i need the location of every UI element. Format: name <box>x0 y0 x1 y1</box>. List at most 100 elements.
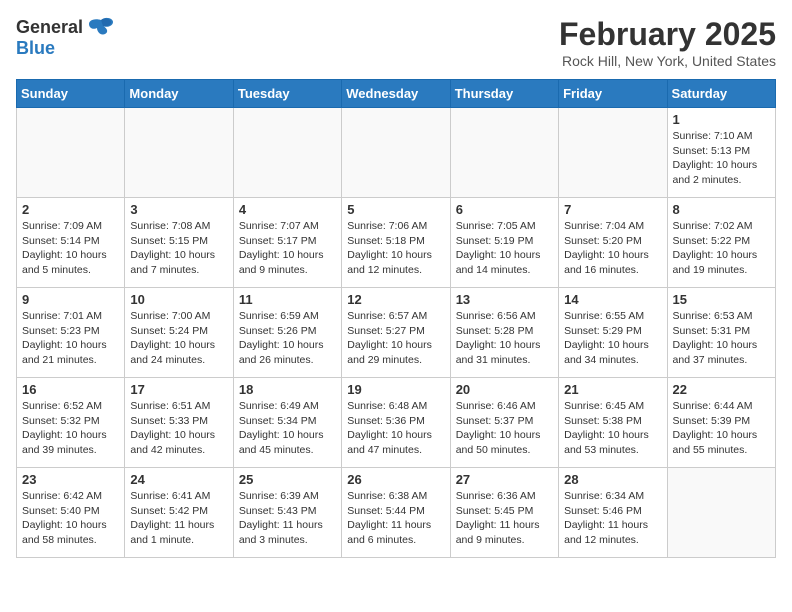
day-info: Sunrise: 6:46 AM Sunset: 5:37 PM Dayligh… <box>456 399 553 458</box>
day-number: 16 <box>22 382 119 397</box>
title-area: February 2025 Rock Hill, New York, Unite… <box>559 16 776 69</box>
day-number: 18 <box>239 382 336 397</box>
day-info: Sunrise: 6:44 AM Sunset: 5:39 PM Dayligh… <box>673 399 770 458</box>
table-row <box>125 108 233 198</box>
day-info: Sunrise: 6:42 AM Sunset: 5:40 PM Dayligh… <box>22 489 119 548</box>
col-friday: Friday <box>559 80 667 108</box>
day-number: 20 <box>456 382 553 397</box>
day-number: 6 <box>456 202 553 217</box>
day-info: Sunrise: 6:49 AM Sunset: 5:34 PM Dayligh… <box>239 399 336 458</box>
calendar-week-row: 9 Sunrise: 7:01 AM Sunset: 5:23 PM Daylig… <box>17 288 776 378</box>
day-info: Sunrise: 6:34 AM Sunset: 5:46 PM Dayligh… <box>564 489 661 548</box>
table-row <box>559 108 667 198</box>
day-number: 8 <box>673 202 770 217</box>
day-number: 21 <box>564 382 661 397</box>
calendar-week-row: 2 Sunrise: 7:09 AM Sunset: 5:14 PM Daylig… <box>17 198 776 288</box>
col-monday: Monday <box>125 80 233 108</box>
table-row: 27 Sunrise: 6:36 AM Sunset: 5:45 PM Dayli… <box>450 468 558 558</box>
day-number: 14 <box>564 292 661 307</box>
table-row: 14 Sunrise: 6:55 AM Sunset: 5:29 PM Dayli… <box>559 288 667 378</box>
table-row: 12 Sunrise: 6:57 AM Sunset: 5:27 PM Dayli… <box>342 288 450 378</box>
day-info: Sunrise: 7:10 AM Sunset: 5:13 PM Dayligh… <box>673 129 770 188</box>
day-info: Sunrise: 6:57 AM Sunset: 5:27 PM Dayligh… <box>347 309 444 368</box>
table-row <box>17 108 125 198</box>
logo-blue: Blue <box>16 38 55 59</box>
day-info: Sunrise: 7:09 AM Sunset: 5:14 PM Dayligh… <box>22 219 119 278</box>
day-number: 11 <box>239 292 336 307</box>
table-row: 9 Sunrise: 7:01 AM Sunset: 5:23 PM Daylig… <box>17 288 125 378</box>
page-header: General Blue February 2025 Rock Hill, Ne… <box>16 16 776 69</box>
calendar-title: February 2025 <box>559 16 776 53</box>
table-row: 17 Sunrise: 6:51 AM Sunset: 5:33 PM Dayli… <box>125 378 233 468</box>
day-number: 17 <box>130 382 227 397</box>
calendar-table: Sunday Monday Tuesday Wednesday Thursday… <box>16 79 776 558</box>
day-number: 13 <box>456 292 553 307</box>
day-number: 1 <box>673 112 770 127</box>
table-row: 16 Sunrise: 6:52 AM Sunset: 5:32 PM Dayli… <box>17 378 125 468</box>
calendar-week-row: 1 Sunrise: 7:10 AM Sunset: 5:13 PM Daylig… <box>17 108 776 198</box>
table-row: 2 Sunrise: 7:09 AM Sunset: 5:14 PM Daylig… <box>17 198 125 288</box>
table-row: 24 Sunrise: 6:41 AM Sunset: 5:42 PM Dayli… <box>125 468 233 558</box>
calendar-header-row: Sunday Monday Tuesday Wednesday Thursday… <box>17 80 776 108</box>
day-number: 12 <box>347 292 444 307</box>
day-info: Sunrise: 6:53 AM Sunset: 5:31 PM Dayligh… <box>673 309 770 368</box>
logo-general: General <box>16 17 83 38</box>
table-row <box>233 108 341 198</box>
day-info: Sunrise: 6:39 AM Sunset: 5:43 PM Dayligh… <box>239 489 336 548</box>
table-row: 3Sunrise: 7:08 AM Sunset: 5:15 PM Daylig… <box>125 198 233 288</box>
day-number: 2 <box>22 202 119 217</box>
table-row: 21 Sunrise: 6:45 AM Sunset: 5:38 PM Dayli… <box>559 378 667 468</box>
table-row: 20 Sunrise: 6:46 AM Sunset: 5:37 PM Dayli… <box>450 378 558 468</box>
logo-bird-icon <box>87 16 115 38</box>
table-row: 22 Sunrise: 6:44 AM Sunset: 5:39 PM Dayli… <box>667 378 775 468</box>
table-row: 5 Sunrise: 7:06 AM Sunset: 5:18 PM Daylig… <box>342 198 450 288</box>
day-info: Sunrise: 6:36 AM Sunset: 5:45 PM Dayligh… <box>456 489 553 548</box>
table-row: 8Sunrise: 7:02 AM Sunset: 5:22 PM Daylig… <box>667 198 775 288</box>
table-row: 15 Sunrise: 6:53 AM Sunset: 5:31 PM Dayli… <box>667 288 775 378</box>
day-info: Sunrise: 7:01 AM Sunset: 5:23 PM Dayligh… <box>22 309 119 368</box>
table-row: 7 Sunrise: 7:04 AM Sunset: 5:20 PM Daylig… <box>559 198 667 288</box>
table-row: 10Sunrise: 7:00 AM Sunset: 5:24 PM Dayli… <box>125 288 233 378</box>
table-row: 1 Sunrise: 7:10 AM Sunset: 5:13 PM Daylig… <box>667 108 775 198</box>
day-info: Sunrise: 7:06 AM Sunset: 5:18 PM Dayligh… <box>347 219 444 278</box>
day-info: Sunrise: 6:45 AM Sunset: 5:38 PM Dayligh… <box>564 399 661 458</box>
day-number: 9 <box>22 292 119 307</box>
day-info: Sunrise: 6:55 AM Sunset: 5:29 PM Dayligh… <box>564 309 661 368</box>
table-row: 6Sunrise: 7:05 AM Sunset: 5:19 PM Daylig… <box>450 198 558 288</box>
calendar-subtitle: Rock Hill, New York, United States <box>559 53 776 69</box>
day-info: Sunrise: 7:04 AM Sunset: 5:20 PM Dayligh… <box>564 219 661 278</box>
table-row: 19 Sunrise: 6:48 AM Sunset: 5:36 PM Dayli… <box>342 378 450 468</box>
day-number: 4 <box>239 202 336 217</box>
day-info: Sunrise: 6:59 AM Sunset: 5:26 PM Dayligh… <box>239 309 336 368</box>
col-tuesday: Tuesday <box>233 80 341 108</box>
day-number: 24 <box>130 472 227 487</box>
day-info: Sunrise: 6:52 AM Sunset: 5:32 PM Dayligh… <box>22 399 119 458</box>
day-number: 19 <box>347 382 444 397</box>
day-number: 27 <box>456 472 553 487</box>
table-row <box>667 468 775 558</box>
col-saturday: Saturday <box>667 80 775 108</box>
day-number: 26 <box>347 472 444 487</box>
day-number: 28 <box>564 472 661 487</box>
day-info: Sunrise: 6:56 AM Sunset: 5:28 PM Dayligh… <box>456 309 553 368</box>
day-info: Sunrise: 6:41 AM Sunset: 5:42 PM Dayligh… <box>130 489 227 548</box>
day-info: Sunrise: 7:08 AM Sunset: 5:15 PM Dayligh… <box>130 219 227 278</box>
day-number: 7 <box>564 202 661 217</box>
day-number: 15 <box>673 292 770 307</box>
day-number: 5 <box>347 202 444 217</box>
table-row <box>450 108 558 198</box>
logo: General Blue <box>16 16 115 59</box>
day-info: Sunrise: 6:51 AM Sunset: 5:33 PM Dayligh… <box>130 399 227 458</box>
day-info: Sunrise: 7:00 AM Sunset: 5:24 PM Dayligh… <box>130 309 227 368</box>
table-row: 13 Sunrise: 6:56 AM Sunset: 5:28 PM Dayli… <box>450 288 558 378</box>
col-wednesday: Wednesday <box>342 80 450 108</box>
day-info: Sunrise: 6:48 AM Sunset: 5:36 PM Dayligh… <box>347 399 444 458</box>
calendar-week-row: 16 Sunrise: 6:52 AM Sunset: 5:32 PM Dayli… <box>17 378 776 468</box>
day-number: 22 <box>673 382 770 397</box>
calendar-week-row: 23 Sunrise: 6:42 AM Sunset: 5:40 PM Dayli… <box>17 468 776 558</box>
table-row: 18 Sunrise: 6:49 AM Sunset: 5:34 PM Dayli… <box>233 378 341 468</box>
col-sunday: Sunday <box>17 80 125 108</box>
table-row: 25Sunrise: 6:39 AM Sunset: 5:43 PM Dayli… <box>233 468 341 558</box>
day-info: Sunrise: 6:38 AM Sunset: 5:44 PM Dayligh… <box>347 489 444 548</box>
day-number: 23 <box>22 472 119 487</box>
